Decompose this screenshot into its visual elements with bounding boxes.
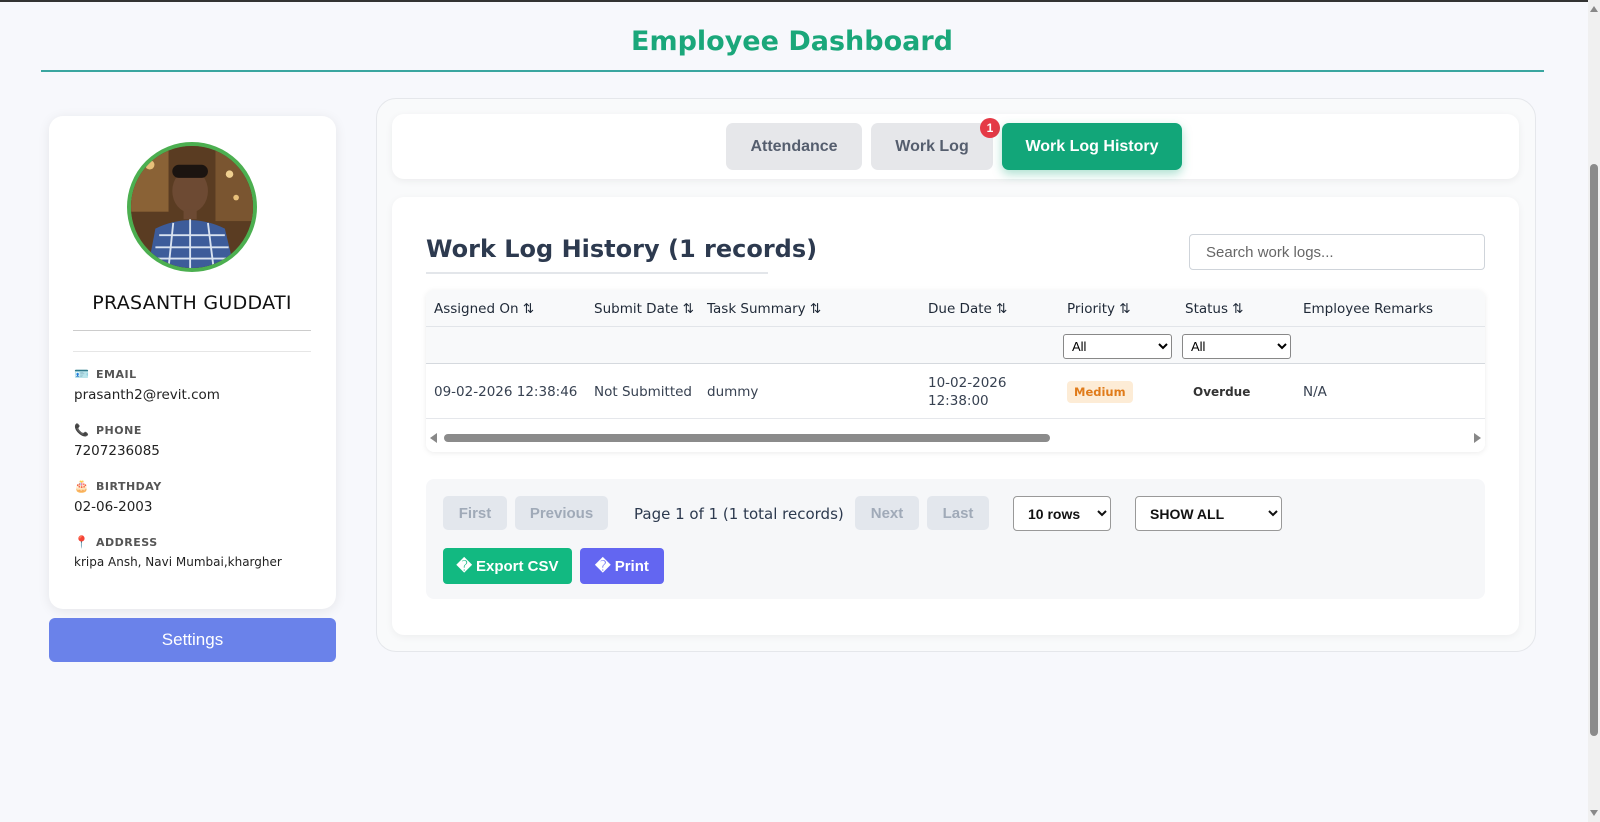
col-assigned-on[interactable]: Assigned On ⇅ [434, 290, 534, 327]
previous-page-button[interactable]: Previous [515, 496, 608, 530]
print-button[interactable]: � Print [580, 548, 664, 584]
settings-button[interactable]: Settings [49, 618, 336, 662]
title-divider [41, 70, 1544, 72]
work-log-count-badge: 1 [980, 118, 1000, 138]
search-input[interactable] [1189, 234, 1485, 270]
scroll-right-icon[interactable] [1474, 433, 1481, 443]
table-horizontal-scrollbar[interactable] [426, 431, 1485, 444]
phone-label: PHONE [96, 423, 142, 437]
last-page-button[interactable]: Last [927, 496, 989, 530]
scroll-up-icon[interactable] [1590, 6, 1598, 12]
phone-block: 📞 PHONE 7207236085 [74, 423, 314, 459]
birthday-value: 02-06-2003 [74, 499, 153, 515]
page-info: Page 1 of 1 (1 total records) [634, 505, 844, 523]
first-page-button[interactable]: First [443, 496, 507, 530]
export-csv-button[interactable]: � Export CSV [443, 548, 572, 584]
email-value: prasanth2@revit.com [74, 387, 220, 403]
show-filter-select[interactable]: SHOW ALL [1135, 496, 1282, 531]
tab-work-log-history[interactable]: Work Log History [1002, 123, 1182, 170]
due-date-day: 10-02-2026 [928, 374, 1007, 391]
profile-card: PRASANTH GUDDATI 🪪 EMAIL prasanth2@revit.… [49, 116, 336, 609]
email-label: EMAIL [96, 367, 137, 381]
tab-work-log[interactable]: Work Log [871, 123, 993, 170]
tab-bar: Attendance Work Log 1 Work Log History [392, 114, 1519, 179]
tab-attendance[interactable]: Attendance [726, 123, 862, 170]
avatar-photo [131, 146, 253, 268]
section-title: Work Log History (1 records) [426, 235, 818, 263]
scroll-down-icon[interactable] [1590, 810, 1598, 816]
priority-badge: Medium [1067, 380, 1133, 403]
page-scroll-thumb[interactable] [1590, 164, 1598, 736]
cake-icon: 🎂 [74, 479, 90, 493]
window-top-border [0, 0, 1600, 2]
scroll-left-icon[interactable] [430, 433, 437, 443]
col-status[interactable]: Status ⇅ [1185, 290, 1244, 327]
cell-task-summary: dummy [707, 383, 759, 400]
col-due-date[interactable]: Due Date ⇅ [928, 290, 1007, 327]
pin-icon: 📍 [74, 535, 90, 549]
cell-submit-date: Not Submitted [594, 383, 693, 400]
address-label: ADDRESS [96, 535, 158, 549]
cell-priority: Medium [1067, 364, 1133, 419]
section-title-underline [426, 272, 768, 274]
avatar [127, 142, 257, 272]
email-block: 🪪 EMAIL prasanth2@revit.com [74, 367, 314, 403]
profile-name: PRASANTH GUDDATI [92, 292, 292, 314]
birthday-block: 🎂 BIRTHDAY 02-06-2003 [74, 479, 314, 515]
info-divider [73, 351, 311, 352]
status-filter-select[interactable]: All [1182, 334, 1291, 359]
work-log-table: Assigned On ⇅ Submit Date ⇅ Task Summary… [426, 290, 1485, 452]
col-submit-date[interactable]: Submit Date ⇅ [594, 290, 694, 327]
table-filter-row: All All [426, 327, 1485, 364]
table-row[interactable]: 09-02-2026 12:38:46 Not Submitted dummy … [426, 364, 1485, 419]
cell-status: Overdue [1193, 364, 1250, 419]
col-priority[interactable]: Priority ⇅ [1067, 290, 1131, 327]
cell-due-date: 10-02-2026 12:38:00 [928, 364, 1006, 419]
rows-per-page-select[interactable]: 10 rows [1013, 496, 1111, 531]
status-text: Overdue [1193, 384, 1251, 399]
cell-assigned-on: 09-02-2026 12:38:46 [434, 383, 578, 400]
phone-value: 7207236085 [74, 443, 160, 459]
page-title: Employee Dashboard [631, 26, 953, 57]
page-vertical-scrollbar[interactable] [1588, 0, 1600, 822]
col-employee-remarks: Employee Remarks [1303, 300, 1434, 317]
pagination-bar: First Previous Page 1 of 1 (1 total reco… [426, 479, 1485, 599]
col-task-summary[interactable]: Task Summary ⇅ [707, 290, 821, 327]
phone-icon: 📞 [74, 423, 90, 437]
due-date-time: 12:38:00 [928, 392, 989, 409]
priority-filter-select[interactable]: All [1063, 334, 1172, 359]
id-card-icon: 🪪 [74, 367, 90, 381]
work-log-history-card: Work Log History (1 records) Assigned On… [392, 197, 1519, 635]
table-header-row: Assigned On ⇅ Submit Date ⇅ Task Summary… [426, 290, 1485, 327]
address-value: kripa Ansh, Navi Mumbai,khargher [74, 555, 282, 569]
address-block: 📍 ADDRESS kripa Ansh, Navi Mumbai,kharghe… [74, 535, 314, 569]
next-page-button[interactable]: Next [855, 496, 919, 530]
cell-employee-remarks: N/A [1303, 383, 1327, 400]
scroll-thumb[interactable] [444, 434, 1050, 442]
birthday-label: BIRTHDAY [96, 479, 162, 493]
name-divider [73, 330, 311, 331]
